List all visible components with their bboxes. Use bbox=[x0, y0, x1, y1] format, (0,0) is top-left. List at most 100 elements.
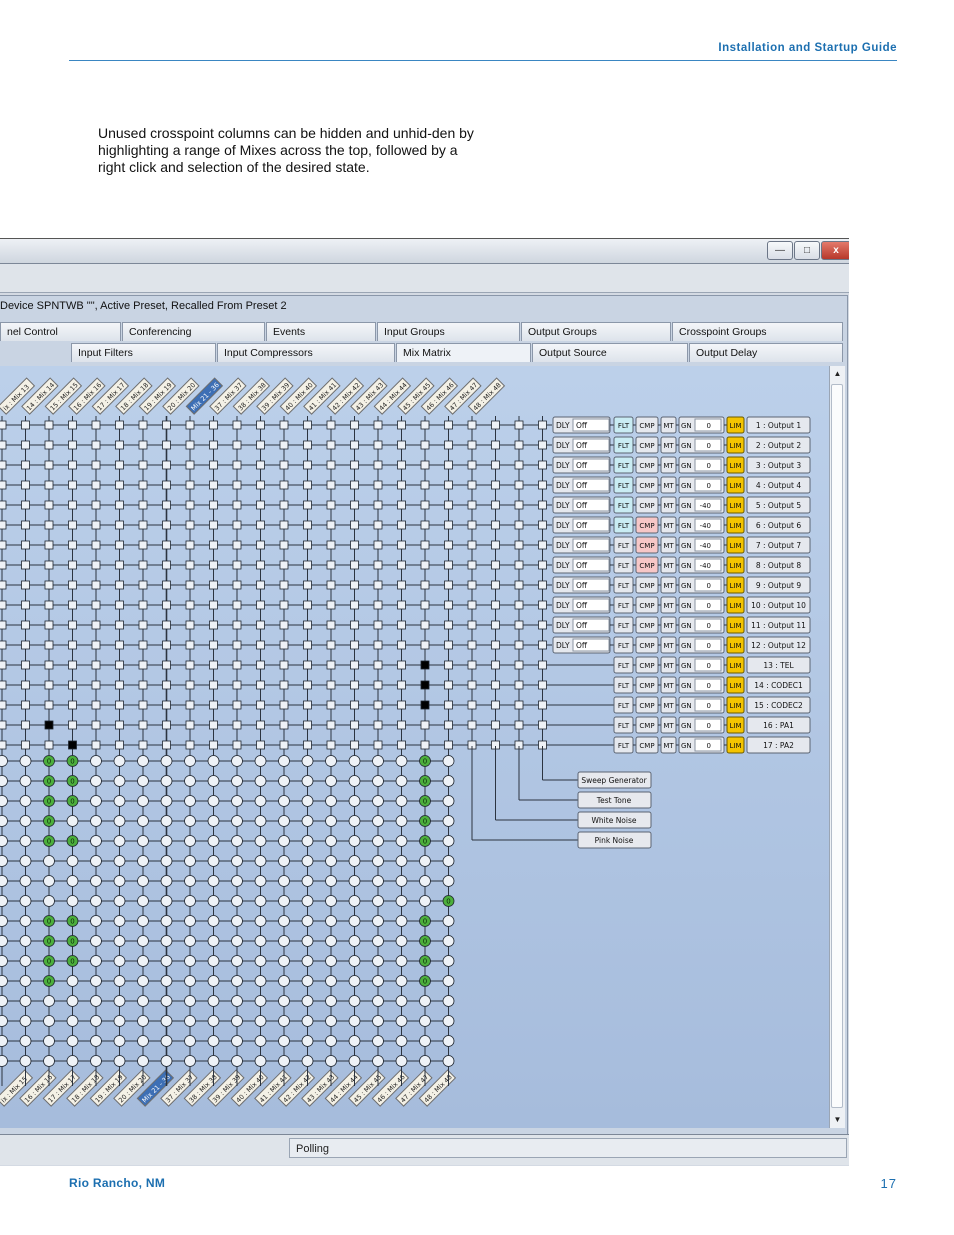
limiter-label: LIM bbox=[729, 422, 741, 430]
tab-input-compressors[interactable]: Input Compressors bbox=[217, 343, 395, 362]
crosspoint-cell bbox=[68, 580, 77, 590]
vertical-scrollbar[interactable]: ▲ ▼ bbox=[829, 366, 845, 1128]
crosspoint-cell bbox=[350, 500, 359, 510]
crosspoint-off bbox=[301, 835, 314, 847]
crosspoint-cell bbox=[326, 700, 336, 710]
crosspoint-off bbox=[184, 775, 196, 787]
crosspoint-cell bbox=[68, 540, 77, 550]
tab-channel-control[interactable]: nel Control bbox=[0, 322, 121, 341]
crosspoint-cell bbox=[397, 660, 406, 670]
crosspoint-cell bbox=[303, 480, 312, 490]
crosspoint-cell bbox=[115, 480, 124, 490]
crosspoint-cell bbox=[467, 440, 477, 450]
minimize-button[interactable]: — bbox=[767, 241, 793, 260]
crosspoint-cell bbox=[491, 440, 500, 450]
crosspoint-off bbox=[113, 855, 126, 867]
gain-value: 0 bbox=[707, 482, 711, 490]
tab-input-filters[interactable]: Input Filters bbox=[71, 343, 216, 362]
crosspoint-off bbox=[184, 875, 196, 887]
crosspoint-cell bbox=[467, 500, 477, 510]
gain-value: 0 bbox=[707, 702, 711, 710]
crosspoint-cell bbox=[68, 620, 77, 630]
crosspoint-cell bbox=[350, 740, 359, 750]
crosspoint-on-symbol: 0 bbox=[47, 838, 51, 846]
crosspoint-off bbox=[395, 1015, 408, 1027]
crosspoint-cell bbox=[538, 640, 547, 650]
crosspoint-off bbox=[19, 935, 32, 947]
crosspoint-off bbox=[372, 1035, 384, 1047]
crosspoint-cell bbox=[279, 480, 289, 490]
crosspoint-cell bbox=[397, 720, 406, 730]
crosspoint-cell bbox=[138, 540, 148, 550]
tab-output-groups[interactable]: Output Groups bbox=[521, 322, 671, 341]
tab-events[interactable]: Events bbox=[266, 322, 376, 341]
crosspoint-cell bbox=[232, 660, 242, 670]
crosspoint-cell bbox=[209, 640, 218, 650]
intro-paragraph: Unused crosspoint columns can be hidden … bbox=[98, 125, 474, 175]
crosspoint-cell bbox=[538, 600, 547, 610]
limiter-label: LIM bbox=[729, 502, 741, 510]
close-button[interactable]: x bbox=[821, 241, 849, 260]
crosspoint-cell bbox=[538, 560, 547, 570]
mute-label: MT bbox=[663, 662, 674, 670]
crosspoint-cell bbox=[0, 500, 7, 510]
crosspoint-cell bbox=[138, 700, 148, 710]
crosspoint-cell bbox=[185, 640, 195, 650]
crosspoint-off bbox=[254, 995, 267, 1007]
crosspoint-cell bbox=[44, 680, 54, 690]
crosspoint-cell bbox=[162, 740, 171, 750]
crosspoint-off bbox=[231, 875, 243, 887]
crosspoint-cell bbox=[303, 720, 312, 730]
output-name: 16 : PA1 bbox=[763, 721, 794, 730]
scrollbar-thumb[interactable] bbox=[831, 384, 843, 1108]
crosspoint-engaged bbox=[420, 700, 430, 710]
crosspoint-cell bbox=[326, 420, 336, 430]
crosspoint-off bbox=[160, 895, 173, 907]
tab-crosspoint-groups[interactable]: Crosspoint Groups bbox=[672, 322, 843, 341]
tab-mix-matrix[interactable]: Mix Matrix bbox=[396, 343, 531, 362]
tab-output-source[interactable]: Output Source bbox=[532, 343, 688, 362]
crosspoint-off bbox=[348, 755, 361, 767]
crosspoint-cell bbox=[467, 700, 477, 710]
tab-conferencing[interactable]: Conferencing bbox=[122, 322, 265, 341]
crosspoint-cell bbox=[115, 580, 124, 590]
crosspoint-cell bbox=[185, 540, 195, 550]
tab-output-delay[interactable]: Output Delay bbox=[689, 343, 843, 362]
crosspoint-cell bbox=[209, 620, 218, 630]
crosspoint-cell bbox=[303, 580, 312, 590]
crosspoint-cell bbox=[444, 440, 453, 450]
output-name: 8 : Output 8 bbox=[756, 561, 802, 570]
crosspoint-cell bbox=[420, 540, 430, 550]
crosspoint-off bbox=[395, 755, 408, 767]
crosspoint-on-symbol: 0 bbox=[70, 958, 74, 966]
comp-label: CMP bbox=[639, 542, 654, 550]
crosspoint-cell bbox=[115, 540, 124, 550]
crosspoint-off bbox=[325, 815, 337, 827]
delay-value: Off bbox=[576, 641, 588, 650]
tab-input-groups[interactable]: Input Groups bbox=[377, 322, 520, 341]
output-name: 4 : Output 4 bbox=[756, 481, 802, 490]
crosspoint-cell bbox=[444, 480, 453, 490]
crosspoint-off bbox=[207, 775, 220, 787]
maximize-button[interactable]: □ bbox=[794, 241, 820, 260]
crosspoint-cell bbox=[303, 420, 312, 430]
crosspoint-off bbox=[90, 915, 102, 927]
crosspoint-cell bbox=[44, 620, 54, 630]
delay-label: DLY bbox=[556, 581, 570, 590]
crosspoint-off bbox=[395, 875, 408, 887]
crosspoint-cell bbox=[420, 720, 430, 730]
delay-label: DLY bbox=[556, 641, 570, 650]
crosspoint-cell bbox=[444, 580, 453, 590]
crosspoint-cell bbox=[232, 520, 242, 530]
crosspoint-cell bbox=[162, 500, 171, 510]
crosspoint-cell bbox=[68, 720, 77, 730]
crosspoint-off bbox=[184, 1055, 196, 1067]
crosspoint-cell bbox=[44, 560, 54, 570]
delay-value: Off bbox=[576, 601, 588, 610]
scroll-up-icon[interactable]: ▲ bbox=[830, 366, 845, 381]
crosspoint-off bbox=[348, 915, 361, 927]
crosspoint-off bbox=[90, 1035, 102, 1047]
scroll-down-icon[interactable]: ▼ bbox=[830, 1112, 845, 1127]
crosspoint-cell bbox=[68, 520, 77, 530]
crosspoint-on-symbol: 0 bbox=[47, 978, 51, 986]
